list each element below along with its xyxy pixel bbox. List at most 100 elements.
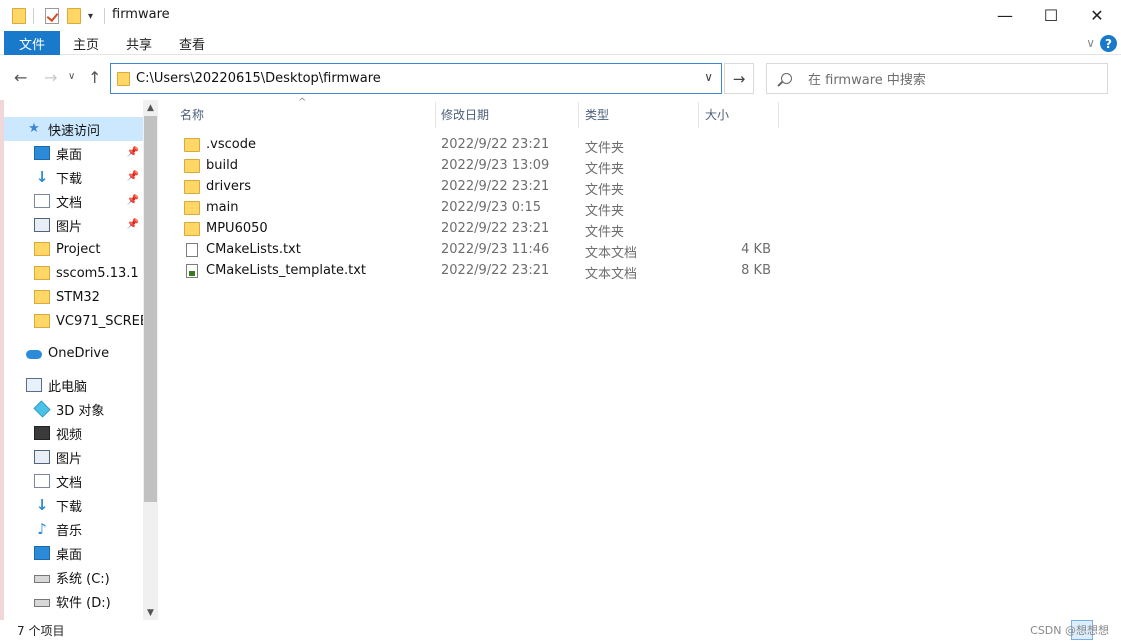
back-button[interactable]: ←: [14, 68, 27, 87]
file-type: 文件夹: [585, 204, 625, 219]
file-row[interactable]: main 2022/9/23 0:15 文件夹: [178, 197, 798, 219]
column-header-name[interactable]: 名称: [180, 100, 204, 128]
close-button[interactable]: ✕: [1074, 0, 1120, 31]
new-folder-icon[interactable]: [67, 6, 81, 26]
pin-icon[interactable]: 📌: [127, 219, 139, 230]
sidebar-item-drive-d[interactable]: 软件 (D:): [4, 589, 143, 613]
scroll-up-icon[interactable]: ▲: [143, 100, 158, 115]
tab-share[interactable]: 共享: [126, 31, 152, 55]
file-type: 文件夹: [585, 183, 625, 198]
file-type: 文本文档: [585, 246, 638, 261]
file-row[interactable]: .vscode 2022/9/22 23:21 文件夹: [178, 134, 798, 156]
drive-icon: [34, 599, 50, 607]
tab-view[interactable]: 查看: [179, 31, 205, 55]
column-divider[interactable]: [778, 102, 779, 128]
locked-text-file-icon: [186, 263, 198, 278]
file-row[interactable]: drivers 2022/9/22 23:21 文件夹: [178, 176, 798, 198]
sidebar-item-pc-downloads[interactable]: ↓ 下载: [4, 493, 143, 517]
sidebar-scrollbar[interactable]: ▲ ▼: [143, 100, 158, 620]
file-date: 2022/9/22 23:21: [441, 221, 550, 236]
sidebar-item-drive-c[interactable]: 系统 (C:): [4, 565, 143, 589]
item-count: 7 个项目: [17, 624, 65, 638]
folder-icon: [34, 242, 50, 256]
ribbon-expand-chevron-icon[interactable]: ∨: [1086, 36, 1095, 50]
column-divider[interactable]: [435, 102, 436, 128]
minimize-button[interactable]: —: [982, 0, 1028, 31]
sidebar-item-label: 音乐: [56, 523, 83, 539]
tab-home[interactable]: 主页: [73, 31, 99, 55]
sidebar-item-label: 下载: [56, 171, 83, 187]
video-icon: [34, 426, 50, 440]
drive-icon: [34, 575, 50, 583]
scrollbar-thumb[interactable]: [144, 116, 157, 502]
address-bar[interactable]: C:\Users\20220615\Desktop\firmware ∨: [110, 63, 722, 94]
file-row[interactable]: CMakeLists.txt 2022/9/23 11:46 文本文档 4 KB: [178, 239, 798, 261]
navigation-pane: ★ 快速访问 桌面 📌 ↓ 下载 📌 文档 📌 图片 📌 Project ssc…: [0, 100, 158, 620]
sidebar-item-label: sscom5.13.1: [56, 265, 139, 281]
window-title: firmware: [112, 7, 170, 22]
file-size: 4 KB: [741, 242, 771, 257]
file-type: 文件夹: [585, 225, 625, 240]
file-type: 文件夹: [585, 141, 625, 156]
sidebar-item-pc-documents[interactable]: 文档: [4, 469, 143, 493]
sidebar-item-desktop[interactable]: 桌面 📌: [4, 141, 143, 165]
music-icon: ♪: [37, 520, 47, 538]
sidebar-item-this-pc[interactable]: 此电脑: [4, 373, 143, 397]
file-row[interactable]: build 2022/9/23 13:09 文件夹: [178, 155, 798, 177]
sidebar-item-onedrive[interactable]: OneDrive: [4, 341, 143, 365]
maximize-button[interactable]: ☐: [1028, 0, 1074, 31]
folder-icon: [184, 137, 200, 152]
recent-locations-button[interactable]: ∨: [68, 71, 75, 82]
column-header-type[interactable]: 类型: [585, 100, 609, 128]
file-name: drivers: [206, 179, 252, 194]
file-date: 2022/9/23 0:15: [441, 200, 541, 215]
file-size: 8 KB: [741, 263, 771, 278]
sidebar-item-downloads[interactable]: ↓ 下载 📌: [4, 165, 143, 189]
file-date: 2022/9/23 13:09: [441, 158, 550, 173]
help-icon[interactable]: ?: [1100, 35, 1117, 52]
sidebar-item-label: 3D 对象: [56, 403, 105, 419]
sidebar-item-pc-pictures[interactable]: 图片: [4, 445, 143, 469]
pictures-icon: [34, 218, 50, 232]
sidebar-item-quick-access[interactable]: ★ 快速访问: [4, 117, 143, 141]
sidebar-item-vc971-screen[interactable]: VC971_SCREEN: [4, 309, 143, 333]
file-date: 2022/9/22 23:21: [441, 179, 550, 194]
pin-icon[interactable]: 📌: [127, 171, 139, 182]
properties-icon[interactable]: [45, 6, 59, 26]
text-file-icon: [186, 242, 198, 257]
search-input[interactable]: 在 firmware 中搜索: [766, 63, 1108, 94]
folder-icon: [34, 290, 50, 304]
file-row[interactable]: CMakeLists_template.txt 2022/9/22 23:21 …: [178, 260, 798, 282]
quick-access-dropdown-icon[interactable]: ▾: [88, 6, 93, 26]
sidebar-item-videos[interactable]: 视频: [4, 421, 143, 445]
sidebar-item-stm32[interactable]: STM32: [4, 285, 143, 309]
file-type: 文件夹: [585, 162, 625, 177]
forward-button[interactable]: →: [44, 68, 57, 87]
sidebar-item-pictures[interactable]: 图片 📌: [4, 213, 143, 237]
tab-file[interactable]: 文件: [4, 31, 60, 55]
column-header-date[interactable]: 修改日期: [441, 100, 489, 128]
address-dropdown-icon[interactable]: ∨: [704, 70, 713, 84]
sidebar-item-label: 文档: [56, 195, 83, 211]
file-date: 2022/9/23 11:46: [441, 242, 550, 257]
folder-icon: [117, 71, 130, 86]
sidebar-item-pc-desktop[interactable]: 桌面: [4, 541, 143, 565]
separator: [104, 6, 105, 26]
column-divider[interactable]: [578, 102, 579, 128]
sidebar-item-project[interactable]: Project: [4, 237, 143, 261]
sidebar-item-music[interactable]: ♪ 音乐: [4, 517, 143, 541]
scroll-down-icon[interactable]: ▼: [143, 605, 158, 620]
sidebar-item-3d-objects[interactable]: 3D 对象: [4, 397, 143, 421]
navigation-bar: ← → ∨ ↑ C:\Users\20220615\Desktop\firmwa…: [0, 56, 1121, 100]
sidebar-item-sscom[interactable]: sscom5.13.1: [4, 261, 143, 285]
address-path[interactable]: C:\Users\20220615\Desktop\firmware: [136, 71, 381, 86]
go-button[interactable]: →: [724, 63, 754, 94]
sidebar-item-documents[interactable]: 文档 📌: [4, 189, 143, 213]
file-date: 2022/9/22 23:21: [441, 263, 550, 278]
column-header-size[interactable]: 大小: [705, 100, 729, 128]
column-divider[interactable]: [698, 102, 699, 128]
pin-icon[interactable]: 📌: [127, 195, 139, 206]
pin-icon[interactable]: 📌: [127, 147, 139, 158]
up-button[interactable]: ↑: [88, 68, 101, 87]
file-row[interactable]: MPU6050 2022/9/22 23:21 文件夹: [178, 218, 798, 240]
